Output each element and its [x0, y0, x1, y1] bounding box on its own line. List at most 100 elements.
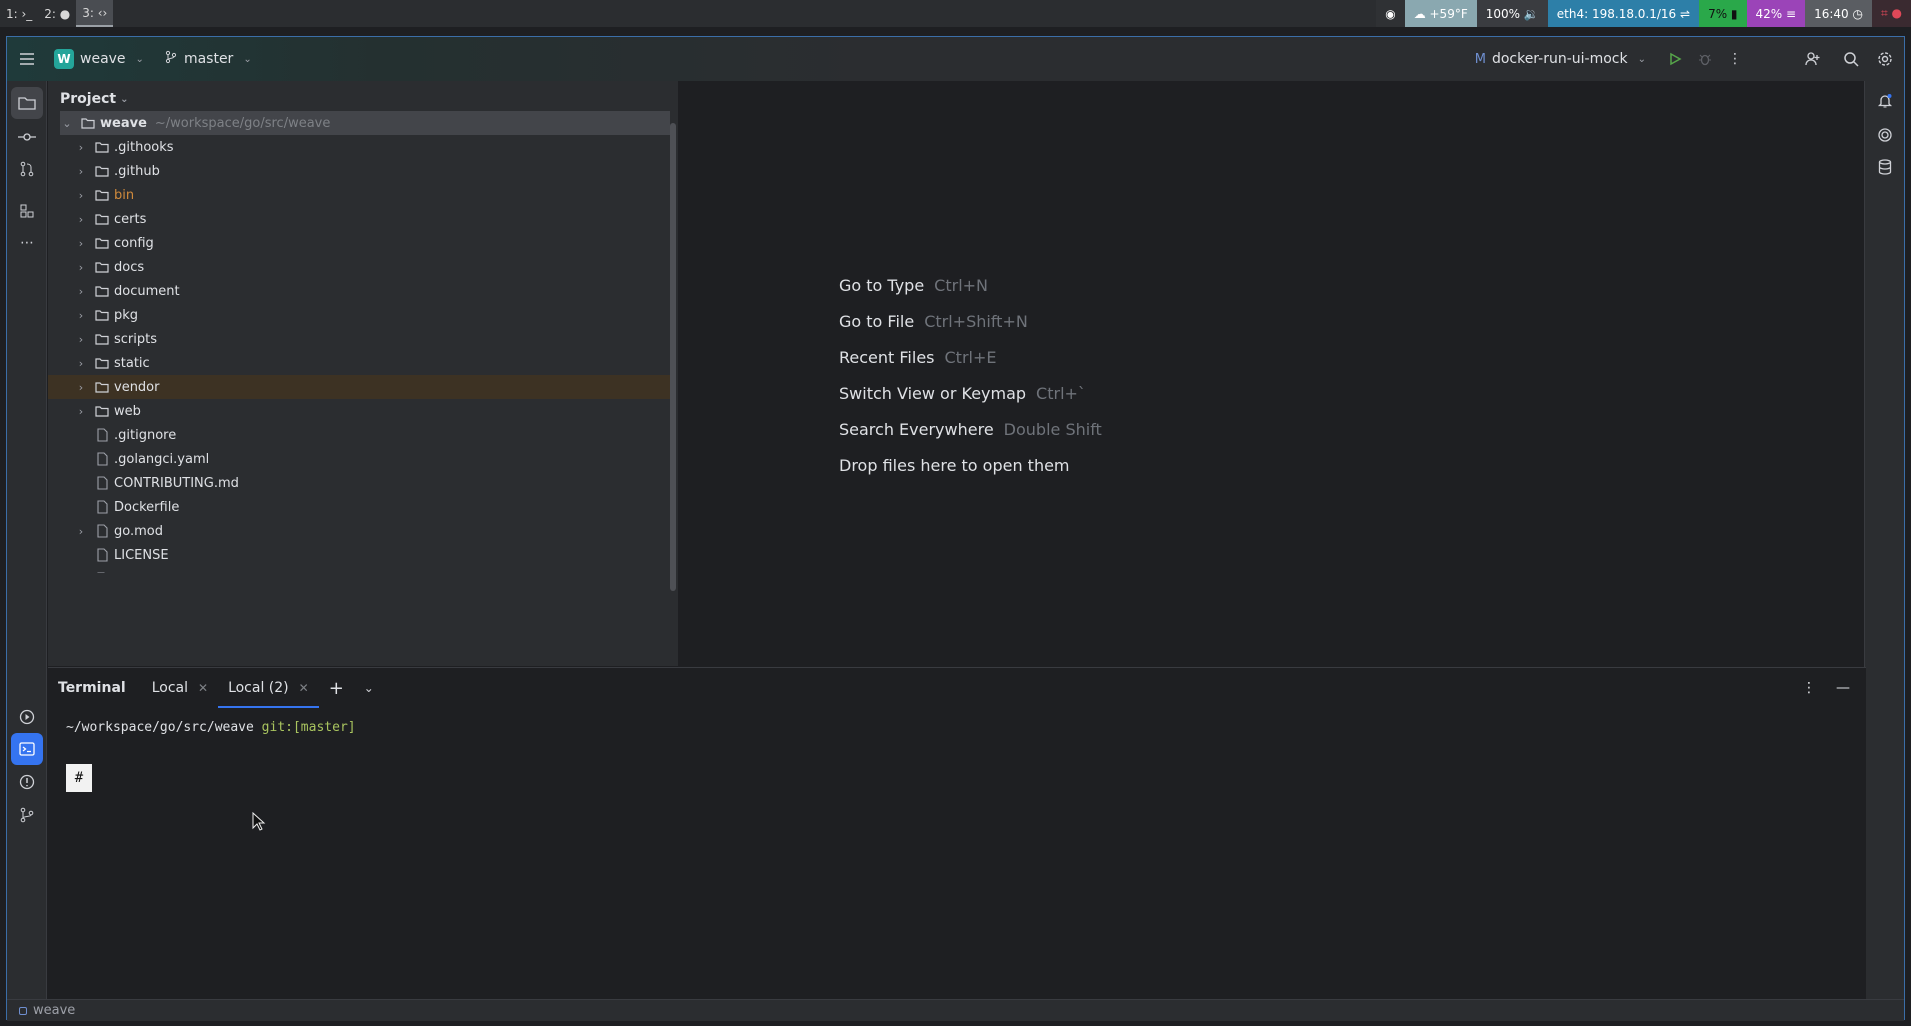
close-icon[interactable]: ✕: [198, 681, 208, 695]
workspace-3[interactable]: 3: ‹›: [76, 0, 114, 27]
minimize-icon[interactable]: —: [1826, 668, 1860, 708]
project-panel-header[interactable]: Project ⌄: [60, 91, 128, 107]
folder-icon: [94, 236, 110, 250]
chevron-right-icon[interactable]: ›: [74, 285, 88, 298]
settings-gear-icon[interactable]: [1870, 44, 1900, 74]
project-name: weave: [80, 51, 126, 67]
more-options-icon[interactable]: ⋮: [1792, 668, 1826, 708]
workspace-2[interactable]: 2: ●: [38, 0, 76, 27]
add-user-icon[interactable]: [1798, 44, 1828, 74]
chevron-right-icon[interactable]: ›: [74, 381, 88, 394]
tree-item[interactable]: › main.go: [48, 567, 670, 573]
tree-root[interactable]: ⌄ weave ~/workspace/go/src/weave: [60, 111, 670, 135]
volume-status: 100% 🔉: [1476, 0, 1548, 27]
tree-item[interactable]: › bin: [48, 183, 670, 207]
status-project[interactable]: weave: [33, 1003, 75, 1018]
ai-assistant-icon[interactable]: [1869, 119, 1901, 151]
tree-item[interactable]: › document: [48, 279, 670, 303]
tree-item[interactable]: › web: [48, 399, 670, 423]
tree-item-label: config: [114, 235, 154, 251]
welcome-hint: Drop files here to open them: [839, 447, 1102, 483]
folder-icon: [94, 188, 110, 202]
workspace-1[interactable]: 1: ›_: [0, 0, 38, 27]
commit-icon[interactable]: [11, 121, 43, 153]
structure-icon[interactable]: [11, 195, 43, 227]
database-icon[interactable]: [1869, 151, 1901, 183]
chevron-right-icon[interactable]: ›: [74, 333, 88, 346]
cpu-status: 7% ▮: [1699, 0, 1747, 27]
chevron-down-icon[interactable]: ⌄: [60, 117, 74, 130]
welcome-hint: Switch View or Keymap Ctrl+`: [839, 375, 1102, 411]
terminal-icon[interactable]: [11, 733, 43, 765]
hint-label: Go to Type: [839, 275, 925, 295]
notifications-bell-icon[interactable]: [1869, 85, 1901, 117]
tab-label: Local (2): [228, 680, 289, 696]
hint-label: Search Everywhere: [839, 419, 994, 439]
tree-item[interactable]: › pkg: [48, 303, 670, 327]
chevron-right-icon[interactable]: ›: [74, 165, 88, 178]
search-icon[interactable]: [1836, 44, 1866, 74]
chevron-right-icon[interactable]: ›: [74, 525, 88, 538]
chevron-right-icon[interactable]: ›: [74, 237, 88, 250]
folder-icon: [94, 260, 110, 274]
branch-name: master: [183, 51, 234, 67]
tree-item-label: .githooks: [114, 139, 174, 155]
tree-item[interactable]: › scripts: [48, 327, 670, 351]
chevron-right-icon[interactable]: ›: [74, 261, 88, 274]
project-switcher[interactable]: W weave ⌄: [54, 49, 144, 69]
tree-item[interactable]: LICENSE: [48, 543, 670, 567]
project-badge-icon: W: [54, 49, 74, 69]
tree-item[interactable]: Dockerfile: [48, 495, 670, 519]
main-menu-icon[interactable]: [12, 44, 42, 74]
run-config-selector[interactable]: M docker-run-ui-mock ⌄: [1475, 51, 1646, 67]
services-icon[interactable]: [11, 701, 43, 733]
debug-icon[interactable]: [1690, 44, 1720, 74]
tray-icons[interactable]: ⌗ ●: [1871, 0, 1911, 27]
pull-requests-icon[interactable]: [11, 153, 43, 185]
welcome-hint: Go to Type Ctrl+N: [839, 267, 1102, 303]
chevron-right-icon[interactable]: ›: [74, 213, 88, 226]
close-icon[interactable]: ✕: [299, 681, 309, 695]
tree-item[interactable]: CONTRIBUTING.md: [48, 471, 670, 495]
chevron-right-icon[interactable]: ›: [74, 189, 88, 202]
more-tools-icon[interactable]: ⋯: [11, 227, 43, 259]
project-scrollbar[interactable]: [670, 123, 676, 591]
chevron-right-icon[interactable]: ›: [74, 573, 88, 574]
tree-item[interactable]: › .github: [48, 159, 670, 183]
chevron-right-icon[interactable]: ›: [74, 141, 88, 154]
tab-local-2[interactable]: Local (2) ✕: [218, 668, 319, 708]
new-tab-plus-icon[interactable]: +: [319, 668, 354, 708]
tree-item[interactable]: › certs: [48, 207, 670, 231]
folder-icon: [94, 212, 110, 226]
folder-icon: [94, 356, 110, 370]
folder-icon: [94, 140, 110, 154]
terminal-output[interactable]: ~/workspace/go/src/weave git:[master]: [66, 720, 356, 735]
chevron-right-icon[interactable]: ›: [74, 309, 88, 322]
run-icon[interactable]: [1660, 44, 1690, 74]
chevron-right-icon[interactable]: ›: [74, 405, 88, 418]
tree-item[interactable]: › docs: [48, 255, 670, 279]
tree-item[interactable]: › vendor: [48, 375, 670, 399]
tree-item-label: pkg: [114, 307, 139, 323]
chevron-right-icon[interactable]: ›: [74, 357, 88, 370]
more-options-icon[interactable]: ⋮: [1720, 44, 1750, 74]
git-icon[interactable]: [11, 799, 43, 831]
tree-item[interactable]: › .githooks: [48, 135, 670, 159]
tree-item[interactable]: › go.mod: [48, 519, 670, 543]
tab-local[interactable]: Local ✕: [142, 668, 218, 708]
hint-label: Drop files here to open them: [839, 455, 1070, 475]
tree-item[interactable]: › static: [48, 351, 670, 375]
branch-switcher[interactable]: master ⌄: [164, 50, 252, 68]
tree-item[interactable]: › config: [48, 231, 670, 255]
terminal-title: Terminal: [58, 680, 126, 696]
file-icon: [94, 476, 110, 490]
file-icon: [94, 524, 110, 538]
project-folder-icon[interactable]: [11, 87, 43, 119]
tree-item[interactable]: .gitignore: [48, 423, 670, 447]
network-status: eth4: 198.18.0.1/16 ⇌: [1547, 0, 1700, 27]
branch-icon: [164, 50, 178, 68]
eye-icon: ◉: [1376, 0, 1405, 27]
problems-icon[interactable]: [11, 766, 43, 798]
tree-item[interactable]: .golangci.yaml: [48, 447, 670, 471]
chevron-down-icon[interactable]: ⌄: [354, 668, 384, 708]
